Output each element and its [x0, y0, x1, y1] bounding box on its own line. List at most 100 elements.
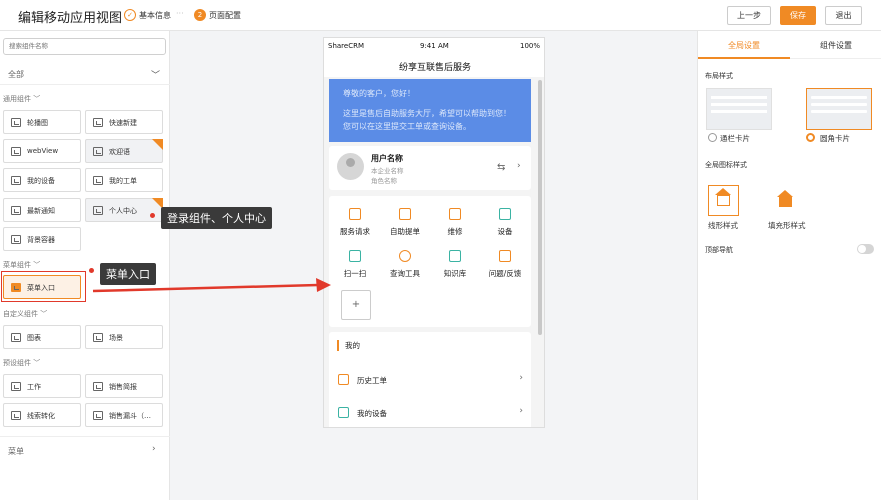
grid-item-label: 自助提单 — [390, 227, 420, 236]
component-icon — [11, 382, 21, 391]
grid-item-service-request[interactable]: 服务请求 — [330, 208, 380, 237]
layout-option-label: 圆角卡片 — [820, 134, 850, 143]
component-sales-funnel[interactable]: 销售漏斗（… — [85, 403, 163, 427]
feedback-icon — [499, 250, 511, 262]
chevron-right-icon: › — [519, 406, 523, 416]
component-label: 线索转化 — [27, 412, 55, 420]
status-bar: ShareCRM 9:41 AM 100% — [324, 38, 544, 55]
my-device-icon — [338, 407, 349, 418]
company-name: 本企业名称 — [371, 167, 404, 175]
component-sales-brief[interactable]: 销售简报 — [85, 374, 163, 398]
top-nav-toggle[interactable] — [857, 244, 874, 254]
component-label: 场景 — [109, 334, 123, 342]
chevron-down-icon: ﹀ — [151, 71, 161, 81]
grid-item-label: 扫一扫 — [343, 269, 367, 278]
radio-full-card[interactable] — [708, 133, 717, 142]
avatar — [337, 153, 364, 180]
icon-option-label: 填充形样式 — [768, 221, 806, 230]
my-row-history-order[interactable]: 历史工单 › — [337, 372, 527, 388]
phone-preview: ShareCRM 9:41 AM 100% 纷享互联售后服务 尊敬的客户，您好！… — [323, 37, 545, 428]
component-label: 工作 — [27, 383, 41, 391]
component-latest-notice[interactable]: 最新通知 — [3, 198, 81, 222]
my-row-my-device[interactable]: 我的设备 › — [337, 405, 527, 421]
component-icon — [93, 118, 103, 127]
component-label: 欢迎语 — [109, 148, 130, 156]
step-page-config[interactable]: 2 页面配置 — [194, 9, 241, 21]
icon-option-line[interactable] — [708, 185, 739, 216]
save-button[interactable]: 保存 — [780, 6, 816, 25]
grid-item-search-tool[interactable]: 查询工具 — [380, 250, 430, 279]
icon-option-filled[interactable] — [770, 185, 801, 216]
section-menu[interactable]: 菜单组件 ﹀ — [3, 260, 40, 270]
component-my-device[interactable]: 我的设备 — [3, 168, 81, 192]
component-work[interactable]: 工作 — [3, 374, 81, 398]
my-row-label: 我的设备 — [357, 409, 387, 418]
category-dropdown[interactable]: 全部 ﹀ — [0, 63, 170, 85]
my-section-title: 我的 — [337, 340, 360, 351]
menu-row-label: 菜单 — [8, 447, 24, 456]
callout-dot — [89, 268, 94, 273]
section-custom[interactable]: 自定义组件 ﹀ — [3, 309, 47, 319]
menu-row[interactable]: 菜单 › — [0, 436, 170, 462]
scan-icon — [349, 250, 361, 262]
component-scene[interactable]: 场景 — [85, 325, 163, 349]
user-card[interactable]: 用户名称 本企业名称 角色名称 ⇆ › — [329, 146, 531, 190]
exit-button[interactable]: 退出 — [825, 6, 862, 25]
check-icon: ✓ — [124, 9, 136, 21]
phone-scrollbar[interactable] — [538, 80, 542, 335]
grid-item-self-order[interactable]: 自助提单 — [380, 208, 430, 237]
component-icon — [93, 206, 103, 215]
component-background-container[interactable]: 背景容器 — [3, 227, 81, 251]
user-name: 用户名称 — [371, 154, 403, 163]
status-time: 9:41 AM — [420, 42, 449, 50]
component-personal-center[interactable]: 个人中心 — [85, 198, 163, 222]
tab-global-settings[interactable]: 全局设置 — [698, 31, 790, 59]
step-basic-info[interactable]: ✓ 基本信息 — [124, 9, 171, 21]
component-icon — [93, 176, 103, 185]
add-entry-button[interactable]: + — [341, 290, 371, 320]
component-label: 销售漏斗（… — [109, 412, 151, 420]
component-icon — [11, 235, 21, 244]
grid-item-label: 服务请求 — [340, 227, 370, 236]
component-carousel[interactable]: 轮播图 — [3, 110, 81, 134]
grid-item-label: 维修 — [447, 227, 463, 236]
component-welcome[interactable]: 欢迎语 — [85, 139, 163, 163]
scene-icon — [93, 333, 103, 342]
section-preset[interactable]: 预设组件 ﹀ — [3, 358, 40, 368]
top-nav-label: 顶部导航 — [705, 246, 733, 254]
component-icon — [93, 382, 103, 391]
grid-item-repair[interactable]: 维修 — [430, 208, 480, 237]
component-label: 个人中心 — [109, 207, 137, 215]
my-section-card: 我的 历史工单 › 我的设备 › — [329, 332, 531, 427]
layout-style-label: 布局样式 — [705, 72, 733, 80]
grid-item-feedback[interactable]: 问题/反馈 — [480, 250, 530, 279]
component-icon — [11, 118, 21, 127]
component-icon — [11, 411, 21, 420]
component-webview[interactable]: webView — [3, 139, 81, 163]
grid-item-knowledge-base[interactable]: 知识库 — [430, 250, 480, 279]
step-label: 基本信息 — [139, 10, 171, 20]
component-label: 背景容器 — [27, 236, 55, 244]
grid-item-scan[interactable]: 扫一扫 — [330, 250, 380, 279]
welcome-banner[interactable]: 尊敬的客户，您好！ 这里是售后自助服务大厅，希望可以帮助到您！您可以在这里提交工… — [329, 79, 531, 142]
layout-option-rounded-card[interactable] — [806, 88, 872, 130]
grid-item-label: 设备 — [497, 227, 513, 236]
grid-item-label: 查询工具 — [390, 269, 420, 278]
component-quick-create[interactable]: 快速新建 — [85, 110, 163, 134]
grid-item-device[interactable]: 设备 — [480, 208, 530, 237]
component-lead-conversion[interactable]: 线索转化 — [3, 403, 81, 427]
component-icon — [93, 147, 103, 156]
settings-panel: 全局设置 组件设置 布局样式 通栏卡片 圆角卡片 全局图标样式 线形样式 填充形… — [697, 31, 881, 500]
component-search-input[interactable] — [3, 38, 166, 55]
section-general[interactable]: 通用组件 ﹀ — [3, 94, 40, 104]
switch-icon[interactable]: ⇆ — [497, 162, 505, 173]
component-chart[interactable]: 图表 — [3, 325, 81, 349]
component-my-order[interactable]: 我的工单 — [85, 168, 163, 192]
prev-step-button[interactable]: 上一步 — [727, 6, 771, 25]
component-label: webView — [27, 147, 59, 155]
component-icon — [11, 206, 21, 215]
radio-rounded-card[interactable] — [806, 133, 815, 142]
layout-option-full-card[interactable] — [706, 88, 772, 130]
preview-bar — [711, 110, 767, 113]
tab-component-settings[interactable]: 组件设置 — [790, 31, 881, 59]
